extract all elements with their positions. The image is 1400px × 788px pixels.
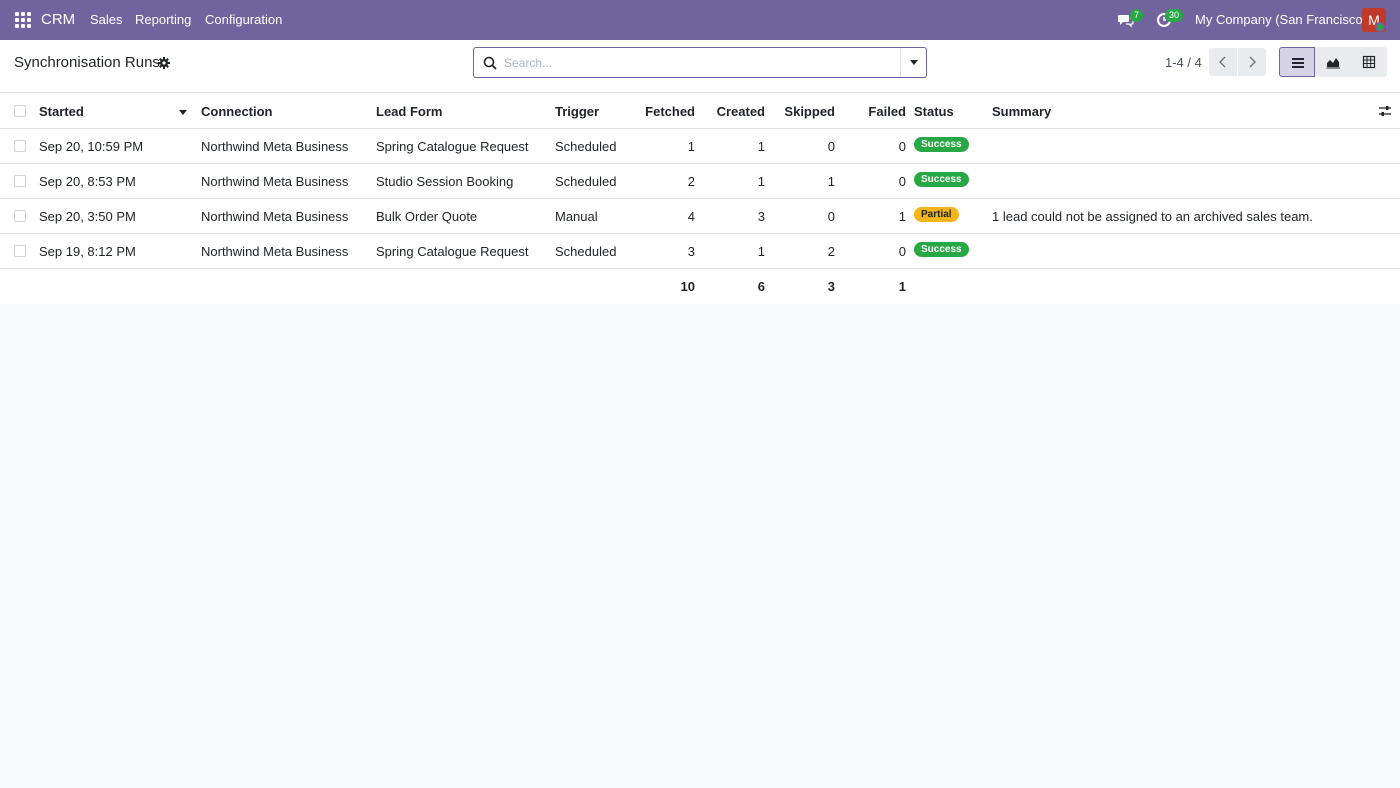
created-cell: 3	[757, 209, 765, 224]
area-chart-icon	[1326, 58, 1340, 69]
connection-cell: Northwind Meta Business	[201, 244, 349, 259]
pager-value[interactable]: 1-4 / 4	[1165, 55, 1202, 70]
lead-form-cell: Spring Catalogue Request	[376, 139, 529, 154]
select-all-checkbox[interactable]	[14, 105, 26, 117]
optional-columns-icon[interactable]	[1378, 105, 1392, 117]
row-checkbox[interactable]	[14, 175, 26, 187]
skipped-cell: 0	[827, 139, 835, 154]
column-header-started[interactable]: Started	[39, 104, 84, 119]
top-navbar: CRM Sales Reporting Configuration 7 30 M…	[0, 0, 1400, 40]
status-badge: Partial	[914, 207, 959, 222]
control-panel: Synchronisation Runs 1-4 / 4	[0, 40, 1400, 93]
row-checkbox[interactable]	[14, 140, 26, 152]
skipped-cell: 1	[827, 174, 835, 189]
column-header-fetched[interactable]: Fetched	[635, 104, 695, 119]
skipped-cell: 2	[827, 244, 835, 259]
page-title[interactable]: Synchronisation Runs	[14, 54, 160, 71]
trigger-cell: Scheduled	[555, 174, 617, 189]
total-created: 6	[757, 279, 765, 294]
total-fetched: 10	[680, 279, 695, 294]
created-cell: 1	[757, 139, 765, 154]
list-view-button[interactable]	[1279, 47, 1315, 77]
failed-cell: 0	[898, 244, 906, 259]
started-cell: Sep 20, 3:50 PM	[39, 209, 136, 224]
table-header: Started Connection Lead Form Trigger Fet…	[0, 93, 1400, 129]
fetched-cell: 1	[687, 139, 695, 154]
search-bar[interactable]	[473, 47, 927, 78]
lead-form-cell: Spring Catalogue Request	[376, 244, 529, 259]
activities-count-badge: 30	[1165, 9, 1184, 22]
table-row[interactable]: Sep 19, 8:12 PM Northwind Meta Business …	[0, 234, 1400, 269]
chevron-left-icon	[1219, 56, 1226, 68]
column-header-summary[interactable]: Summary	[992, 104, 1051, 119]
lead-form-cell: Bulk Order Quote	[376, 209, 478, 224]
messages-count-badge: 7	[1130, 9, 1144, 22]
fetched-cell: 4	[687, 209, 695, 224]
created-cell: 1	[757, 174, 765, 189]
trigger-cell: Scheduled	[555, 139, 617, 154]
failed-cell: 0	[898, 174, 906, 189]
pager-next-button[interactable]	[1238, 48, 1266, 76]
column-header-lead-form[interactable]: Lead Form	[376, 104, 442, 119]
search-input[interactable]	[504, 53, 894, 73]
fetched-cell: 2	[687, 174, 695, 189]
column-header-skipped[interactable]: Skipped	[775, 104, 835, 119]
started-cell: Sep 19, 8:12 PM	[39, 244, 136, 259]
column-header-created[interactable]: Created	[705, 104, 765, 119]
row-checkbox[interactable]	[14, 210, 26, 222]
column-header-failed[interactable]: Failed	[846, 104, 906, 119]
connection-cell: Northwind Meta Business	[201, 139, 349, 154]
table-row[interactable]: Sep 20, 10:59 PM Northwind Meta Business…	[0, 129, 1400, 164]
connection-cell: Northwind Meta Business	[201, 174, 349, 189]
trigger-cell: Scheduled	[555, 244, 617, 259]
table-row[interactable]: Sep 20, 3:50 PM Northwind Meta Business …	[0, 199, 1400, 234]
fetched-cell: 3	[687, 244, 695, 259]
pivot-view-button[interactable]	[1351, 47, 1387, 77]
gear-icon[interactable]	[158, 57, 170, 69]
started-cell: Sep 20, 8:53 PM	[39, 174, 136, 189]
table-row[interactable]: Sep 20, 8:53 PM Northwind Meta Business …	[0, 164, 1400, 199]
pivot-table-icon	[1362, 55, 1376, 69]
list-view-icon	[1292, 58, 1304, 68]
menu-item-reporting[interactable]: Reporting	[135, 12, 191, 27]
started-cell: Sep 20, 10:59 PM	[39, 139, 144, 154]
row-checkbox[interactable]	[14, 245, 26, 257]
online-status-dot	[1375, 22, 1385, 32]
column-header-status[interactable]: Status	[914, 104, 954, 119]
pager-previous-button[interactable]	[1209, 48, 1237, 76]
menu-item-sales[interactable]: Sales	[90, 12, 123, 27]
created-cell: 1	[757, 244, 765, 259]
apps-grid-icon[interactable]	[15, 12, 31, 28]
lead-form-cell: Studio Session Booking	[376, 174, 514, 189]
menu-item-configuration[interactable]: Configuration	[205, 12, 282, 27]
trigger-cell: Manual	[555, 209, 598, 224]
connection-cell: Northwind Meta Business	[201, 209, 349, 224]
company-switcher[interactable]: My Company (San Francisco)	[1195, 12, 1367, 27]
app-brand[interactable]: CRM	[41, 11, 75, 28]
search-icon	[483, 56, 497, 70]
status-badge: Success	[914, 137, 969, 152]
total-skipped: 3	[827, 279, 835, 294]
table-footer-totals: 10 6 3 1	[0, 269, 1400, 304]
skipped-cell: 0	[827, 209, 835, 224]
sort-descending-icon	[179, 110, 187, 115]
failed-cell: 1	[898, 209, 906, 224]
chevron-right-icon	[1249, 56, 1256, 68]
summary-cell: 1 lead could not be assigned to an archi…	[992, 209, 1313, 224]
failed-cell: 0	[898, 139, 906, 154]
total-failed: 1	[898, 279, 906, 294]
view-switcher	[1279, 47, 1387, 77]
search-options-toggle[interactable]	[900, 48, 926, 77]
column-header-connection[interactable]: Connection	[201, 104, 273, 119]
status-badge: Success	[914, 172, 969, 187]
column-header-trigger[interactable]: Trigger	[555, 104, 599, 119]
graph-view-button[interactable]	[1315, 47, 1351, 77]
status-badge: Success	[914, 242, 969, 257]
